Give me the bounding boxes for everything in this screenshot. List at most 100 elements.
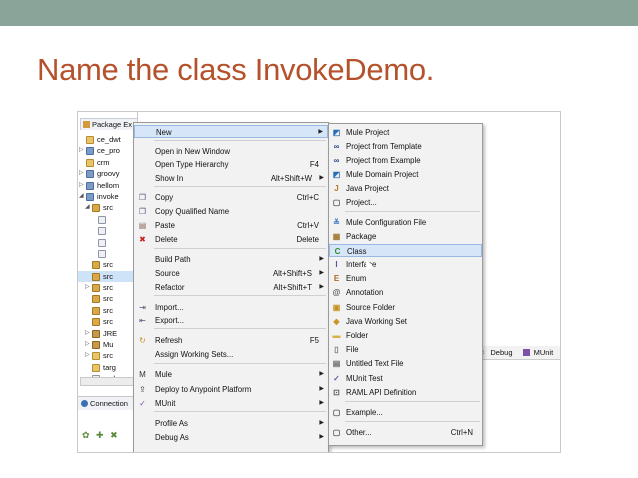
- menu-item-label: Source: [155, 269, 180, 278]
- new-item-raml-api-definition[interactable]: ⊡ RAML API Definition: [329, 386, 482, 399]
- tree-expand-icon[interactable]: ◢: [85, 202, 90, 213]
- jar-icon: [92, 341, 100, 350]
- tree-expand-icon[interactable]: ▷: [85, 350, 90, 361]
- new-item-munit-test[interactable]: ✓ MUnit Test: [329, 372, 482, 385]
- connections-toolbar[interactable]: ✿ ✚ ✖: [82, 430, 120, 441]
- tree-expand-icon[interactable]: ▷: [79, 145, 84, 156]
- tree-item-label: crm: [97, 157, 110, 167]
- menu-item-assign-working-sets[interactable]: Assign Working Sets...: [134, 348, 328, 361]
- menu-item-label: Folder: [346, 331, 369, 340]
- source-folder-icon: [92, 261, 100, 270]
- new-item-example[interactable]: ▢ Example...: [329, 406, 482, 419]
- tree-expand-icon[interactable]: ▷: [85, 339, 90, 350]
- tree-item[interactable]: src: [78, 316, 138, 327]
- package-explorer-tab[interactable]: Package Ex: [80, 118, 138, 130]
- tree-expand-icon[interactable]: ▷: [85, 282, 90, 293]
- tree-item[interactable]: src: [78, 259, 138, 270]
- tree-item[interactable]: targ: [78, 362, 138, 373]
- new-item-source-folder[interactable]: ▣ Source Folder: [329, 301, 482, 314]
- tree-item[interactable]: src: [78, 305, 138, 316]
- menu-item-open-type-hierarchy[interactable]: Open Type Hierarchy F4: [134, 158, 328, 171]
- menu-item-label: RAML API Definition: [346, 388, 417, 397]
- new-item-project-from-template[interactable]: ∞ Project from Template: [329, 140, 482, 153]
- tree-item[interactable]: [78, 225, 138, 236]
- menu-item-shortcut: Alt+Shift+T: [273, 283, 312, 292]
- new-item-project-from-example[interactable]: ∞ Project from Example: [329, 154, 482, 167]
- connections-tab[interactable]: Connection: [78, 396, 138, 410]
- tree-item[interactable]: ▷ hellom: [78, 180, 138, 191]
- menu-item-import[interactable]: ⇥ Import...: [134, 301, 328, 314]
- tree-item[interactable]: [78, 214, 138, 225]
- new-item-java-project[interactable]: J Java Project: [329, 182, 482, 195]
- menu-item-delete[interactable]: ✖ Delete Delete: [134, 233, 328, 246]
- horizontal-scrollbar[interactable]: [80, 377, 136, 386]
- menu-item-label: Profile As: [155, 419, 188, 428]
- new-item-other[interactable]: ▢ Other... Ctrl+N: [329, 426, 482, 439]
- new-item-annotation[interactable]: @ Annotation: [329, 286, 482, 299]
- interface-icon: I: [335, 260, 338, 269]
- menu-item-refactor[interactable]: Refactor Alt+Shift+T ▶: [134, 281, 328, 294]
- new-item-package[interactable]: ▦ Package: [329, 230, 482, 243]
- tree-item[interactable]: ◢ src: [78, 202, 138, 213]
- menu-item-deploy-to-anypoint-platform[interactable]: ⇪ Deploy to Anypoint Platform ▶: [134, 383, 328, 396]
- tree-expand-icon[interactable]: ▷: [85, 328, 90, 339]
- menu-separator: [345, 401, 480, 402]
- munit-perspective-button[interactable]: MUnit: [522, 348, 558, 357]
- menu-item-open-in-new-window[interactable]: Open in New Window: [134, 145, 328, 158]
- new-item-java-working-set[interactable]: ◈ Java Working Set: [329, 315, 482, 328]
- menu-item-profile-as[interactable]: Profile As ▶: [134, 417, 328, 430]
- tree-item[interactable]: src: [78, 270, 138, 283]
- new-item-untitled-text-file[interactable]: ▤ Untitled Text File: [329, 357, 482, 370]
- menu-item-paste[interactable]: ▤ Paste Ctrl+V: [134, 219, 328, 232]
- menu-item-export[interactable]: ⇤ Export...: [134, 314, 328, 327]
- class-icon: C: [334, 247, 341, 256]
- new-submenu: ◩ Mule Project ∞ Project from Template ∞ Proj…: [328, 123, 483, 446]
- menu-item-mule[interactable]: M Mule ▶: [134, 368, 328, 381]
- menu-item-label: Paste: [155, 221, 175, 230]
- new-item-mule-domain-project[interactable]: ◩ Mule Domain Project: [329, 168, 482, 181]
- new-item-mule-configuration-file[interactable]: ≚ Mule Configuration File: [329, 216, 482, 229]
- menu-item-build-path[interactable]: Build Path ▶: [134, 253, 328, 266]
- tree-item[interactable]: ◢ invoke: [78, 191, 138, 202]
- menu-item-source[interactable]: Source Alt+Shift+S ▶: [134, 267, 328, 280]
- project-icon: ▢: [332, 198, 341, 207]
- tree-item[interactable]: crm: [78, 157, 138, 168]
- tree-expand-icon[interactable]: ▷: [79, 168, 84, 179]
- new-item-folder[interactable]: ▬ Folder: [329, 329, 482, 342]
- menu-item-copy[interactable]: ❐ Copy Ctrl+C: [134, 191, 328, 204]
- menu-item-label: Java Project: [346, 184, 389, 193]
- tree-item[interactable]: ▷ src: [78, 350, 138, 361]
- tree-item[interactable]: [78, 248, 138, 259]
- debug-perspective-button[interactable]: ✱ Debug: [478, 348, 517, 357]
- tree-expand-icon[interactable]: ◢: [79, 191, 84, 202]
- menu-item-shortcut: Alt+Shift+S: [272, 269, 312, 278]
- tree-item[interactable]: ce_dwt: [78, 134, 138, 145]
- tree-item-label: src: [103, 305, 113, 315]
- tree-item[interactable]: ▷ JRE: [78, 328, 138, 339]
- menu-item-munit[interactable]: ✓ MUnit ▶: [134, 397, 328, 410]
- menu-item-label: Mule Domain Project: [346, 170, 419, 179]
- tree-item[interactable]: [78, 237, 138, 248]
- new-item-interface[interactable]: I Interface: [329, 258, 482, 271]
- tree-item[interactable]: ▷ Mu: [78, 339, 138, 350]
- tree-item[interactable]: ▷ groovy: [78, 168, 138, 179]
- package-explorer-tab-label: Package Ex: [92, 120, 133, 129]
- new-item-project[interactable]: ▢ Project...: [329, 196, 482, 209]
- new-item-enum[interactable]: E Enum: [329, 272, 482, 285]
- new-item-mule-project[interactable]: ◩ Mule Project: [329, 126, 482, 139]
- menu-item-show-in[interactable]: Show In Alt+Shift+W ▶: [134, 172, 328, 185]
- tree-expand-icon[interactable]: ▷: [79, 180, 84, 191]
- menu-item-debug-as[interactable]: Debug As ▶: [134, 431, 328, 444]
- tree-item[interactable]: ▷ ce_pro: [78, 145, 138, 156]
- menu-item-label: Show In: [155, 174, 184, 183]
- mule-project-icon: ◩: [332, 170, 341, 179]
- new-item-class[interactable]: C Class: [329, 244, 482, 257]
- menu-item-refresh[interactable]: ↻ Refresh F5: [134, 334, 328, 347]
- menu-item-new[interactable]: New ▶: [134, 125, 328, 138]
- tree-item[interactable]: src: [78, 293, 138, 304]
- tree-item[interactable]: ▷ src: [78, 282, 138, 293]
- new-item-file[interactable]: ▯ File: [329, 343, 482, 356]
- mule-icon: M: [139, 370, 146, 379]
- menu-item-copy-qualified-name[interactable]: ❐ Copy Qualified Name: [134, 205, 328, 218]
- template-icon: ∞: [333, 156, 340, 165]
